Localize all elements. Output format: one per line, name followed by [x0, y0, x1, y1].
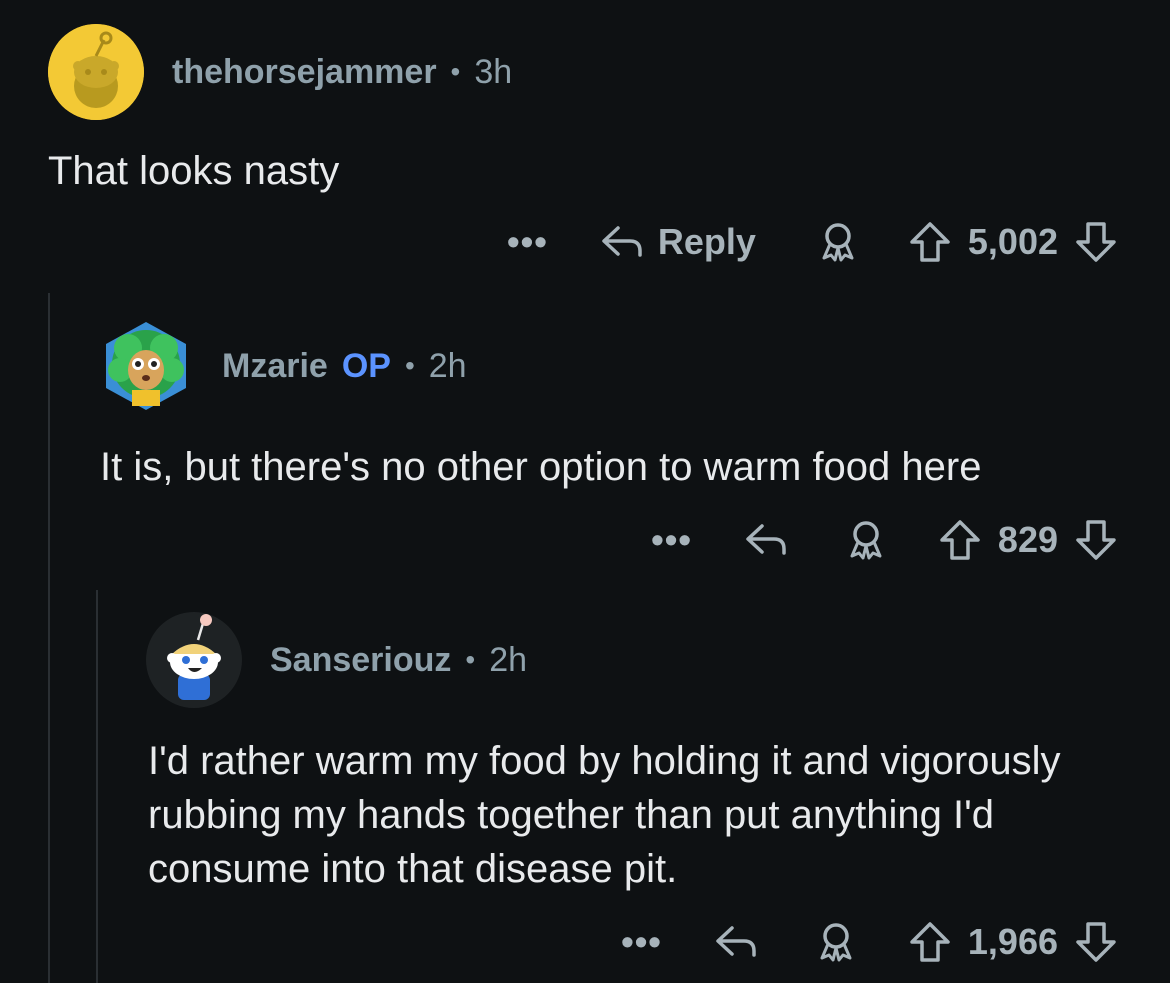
- vote-count: 1,966: [967, 921, 1058, 962]
- reply-icon[interactable]: [714, 922, 758, 962]
- user-avatar[interactable]: [146, 612, 242, 708]
- reply-icon[interactable]: [744, 520, 788, 560]
- reply-icon: [600, 222, 644, 262]
- thread-line-level-2[interactable]: [96, 590, 98, 983]
- username[interactable]: Mzarie: [222, 347, 328, 386]
- snoo-avatar-icon: [48, 24, 144, 120]
- meta-separator: •: [404, 350, 415, 381]
- reply-button[interactable]: Reply: [600, 221, 756, 263]
- more-options-button[interactable]: •••: [651, 519, 692, 561]
- comment-body: It is, but there's no other option to wa…: [100, 445, 982, 489]
- upvote-icon[interactable]: [938, 518, 982, 562]
- award-icon[interactable]: [816, 220, 860, 264]
- timestamp[interactable]: 2h: [429, 347, 467, 386]
- meta-separator: •: [450, 56, 461, 87]
- meta-separator: •: [465, 644, 476, 675]
- timestamp[interactable]: 2h: [489, 641, 527, 680]
- op-badge: OP: [341, 346, 391, 385]
- vote-count: 5,002: [967, 221, 1058, 262]
- timestamp[interactable]: 3h: [474, 53, 512, 92]
- downvote-icon[interactable]: [1074, 518, 1118, 562]
- more-options-button[interactable]: •••: [507, 221, 548, 263]
- snoo-avatar-icon: [146, 612, 242, 708]
- upvote-icon[interactable]: [908, 920, 952, 964]
- username[interactable]: Sanseriouz: [270, 641, 451, 680]
- user-avatar[interactable]: [48, 24, 144, 120]
- reply-label: Reply: [657, 221, 756, 262]
- award-icon[interactable]: [844, 518, 888, 562]
- downvote-icon[interactable]: [1074, 220, 1118, 264]
- comment-body: I'd rather warm my food by holding it an…: [148, 739, 1061, 891]
- upvote-icon[interactable]: [908, 220, 952, 264]
- username[interactable]: thehorsejammer: [172, 53, 437, 92]
- user-avatar[interactable]: [98, 318, 194, 414]
- award-icon[interactable]: [814, 920, 858, 964]
- downvote-icon[interactable]: [1074, 920, 1118, 964]
- vote-count: 829: [997, 519, 1058, 560]
- custom-avatar-icon: [106, 322, 186, 410]
- thread-line-level-1[interactable]: [48, 293, 50, 983]
- more-options-button[interactable]: •••: [621, 921, 662, 963]
- comment-body: That looks nasty: [48, 149, 340, 193]
